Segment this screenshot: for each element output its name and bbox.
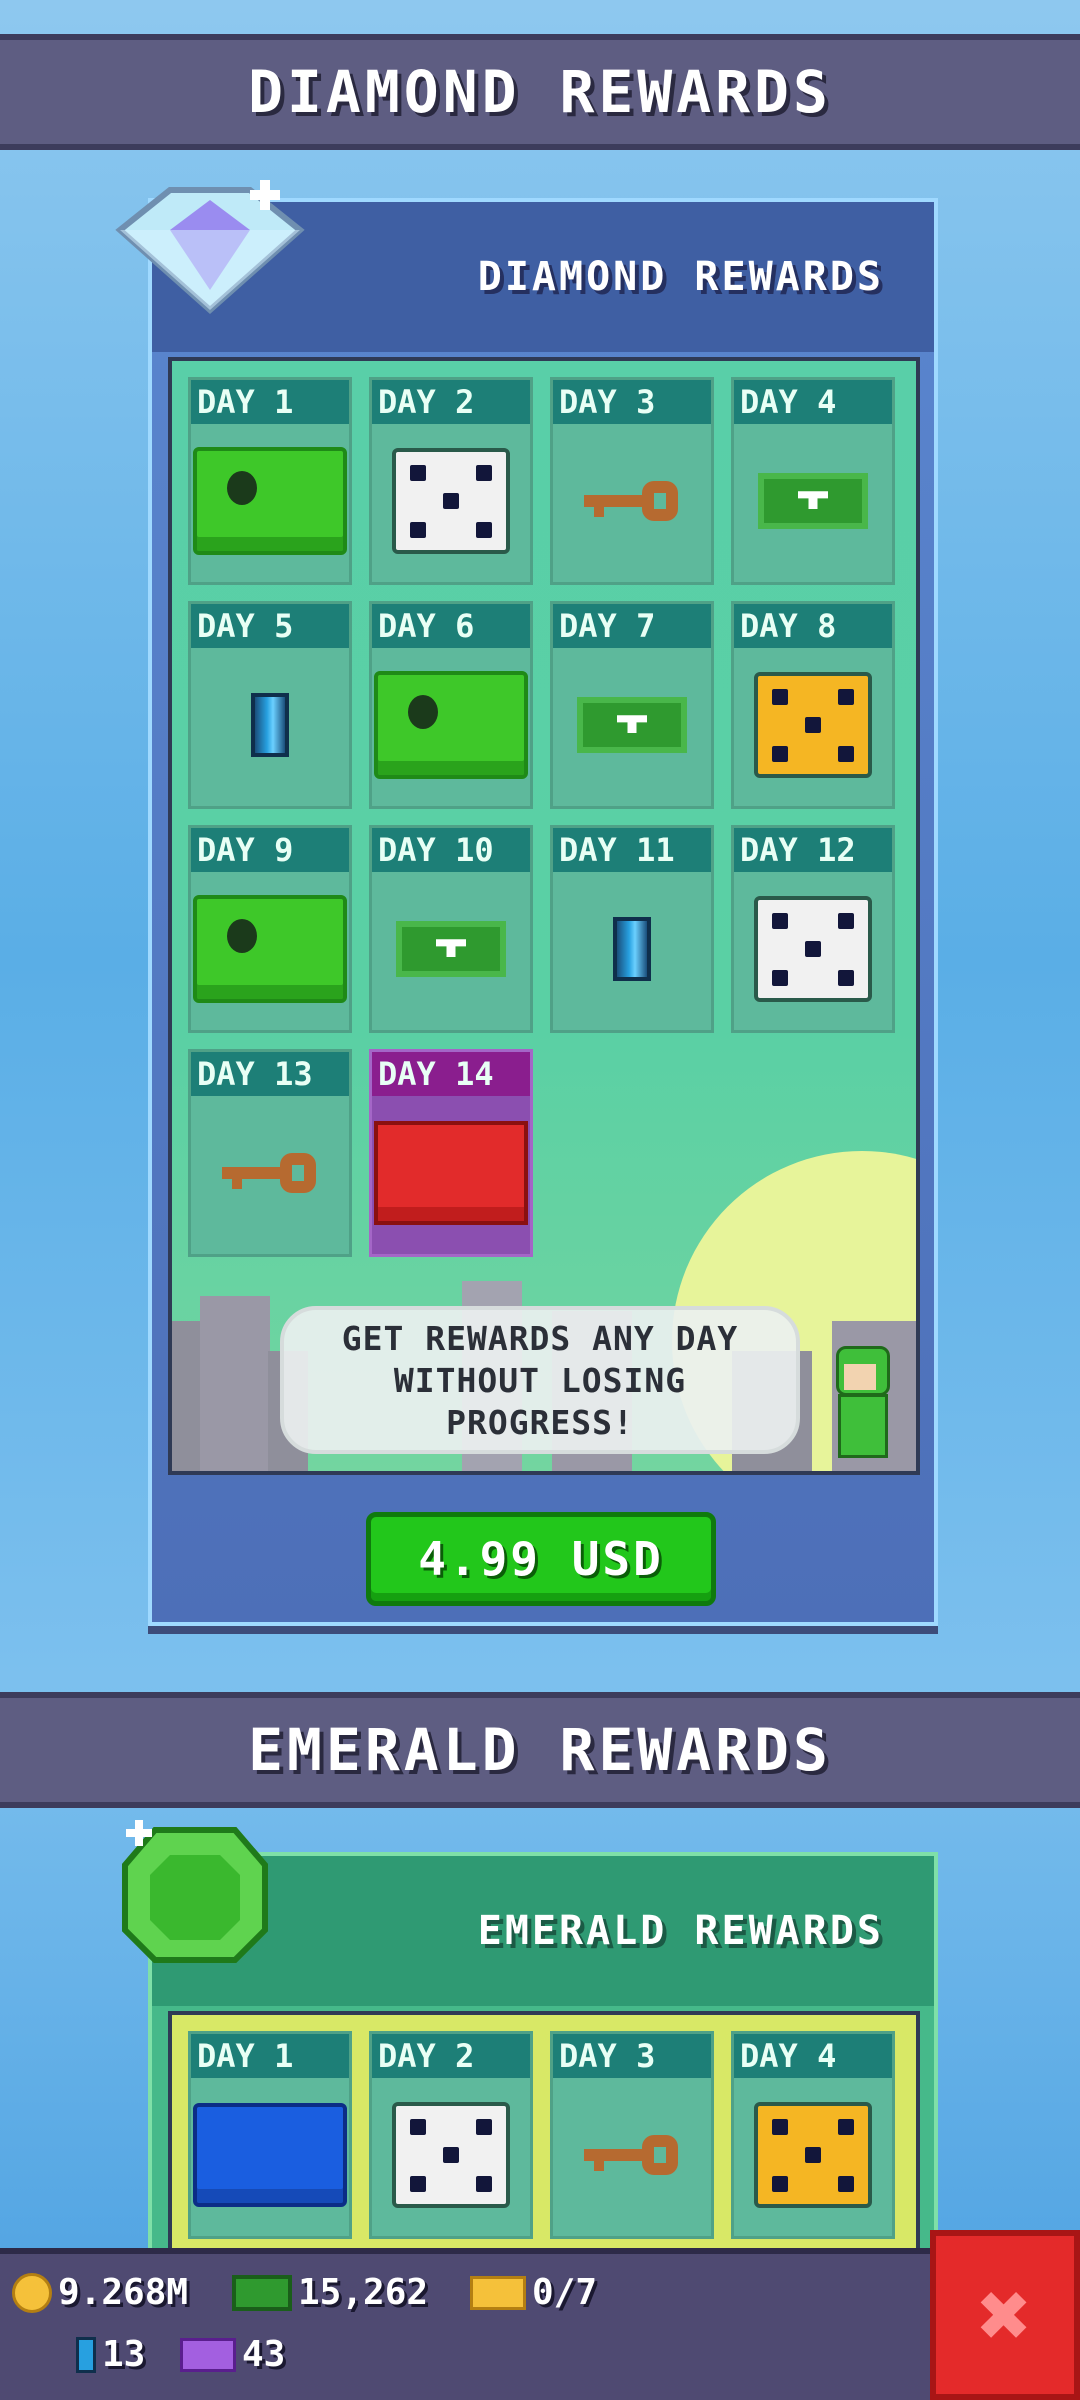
reward-day-2: DAY 2 bbox=[369, 377, 533, 585]
diamond-icon bbox=[115, 180, 305, 315]
premium-ticket-icon bbox=[180, 2337, 236, 2372]
gem-icon bbox=[251, 693, 289, 758]
key-icon bbox=[584, 481, 678, 522]
cash-stat: 15,262 bbox=[232, 2272, 428, 2313]
diamond-panel-title: DIAMOND REWARDS bbox=[477, 254, 884, 300]
day-label: DAY 1 bbox=[191, 380, 349, 424]
reward-day-9: DAY 9 bbox=[188, 825, 352, 1033]
diamond-rewards-banner: DIAMOND REWARDS bbox=[0, 34, 1080, 150]
day-label: DAY 13 bbox=[191, 1052, 349, 1096]
day-label: DAY 1 bbox=[191, 2034, 349, 2078]
tickets-stat: 0/7 bbox=[470, 2272, 597, 2313]
close-button[interactable]: ✖ bbox=[930, 2230, 1080, 2400]
emerald-reward-day-2: DAY 2 bbox=[369, 2031, 533, 2239]
info-message: GET REWARDS ANY DAY WITHOUT LOSING PROGR… bbox=[341, 1319, 739, 1442]
diamond-banner-title: DIAMOND REWARDS bbox=[248, 58, 832, 126]
key-icon bbox=[222, 1153, 316, 1194]
cash-icon bbox=[396, 921, 506, 978]
day-label: DAY 3 bbox=[553, 380, 711, 424]
day-label: DAY 7 bbox=[553, 604, 711, 648]
reward-day-8: DAY 8 bbox=[731, 601, 895, 809]
gem-icon bbox=[613, 917, 651, 982]
diamond-rewards-panel: DIAMOND REWARDS DAY 1 DAY 2 DAY 3 DAY 4 … bbox=[148, 198, 938, 1626]
emerald-reward-day-1: DAY 1 bbox=[188, 2031, 352, 2239]
reward-day-13: DAY 13 bbox=[188, 1049, 352, 1257]
currency-bar: 9.268M 15,262 0/7 13 43 bbox=[0, 2248, 930, 2400]
day-label: DAY 6 bbox=[372, 604, 530, 648]
info-speech-bubble: GET REWARDS ANY DAY WITHOUT LOSING PROGR… bbox=[280, 1306, 800, 1454]
cash-icon bbox=[577, 697, 687, 754]
day-label: DAY 9 bbox=[191, 828, 349, 872]
reward-day-7: DAY 7 bbox=[550, 601, 714, 809]
green-chest-icon bbox=[193, 895, 347, 1004]
reward-day-14: DAY 14 bbox=[369, 1049, 533, 1257]
tickets-value: 0/7 bbox=[532, 2272, 598, 2313]
reward-day-10: DAY 10 bbox=[369, 825, 533, 1033]
frog-mascot-icon bbox=[832, 1346, 890, 1458]
reward-day-3: DAY 3 bbox=[550, 377, 714, 585]
reward-day-12: DAY 12 bbox=[731, 825, 895, 1033]
gems-value: 13 bbox=[102, 2334, 146, 2375]
diamond-rewards-grid: DAY 1 DAY 2 DAY 3 DAY 4 DAY 5 DAY 6 DAY … bbox=[168, 357, 920, 1475]
emerald-rewards-grid: DAY 1 DAY 2 DAY 3 DAY 4 bbox=[168, 2011, 920, 2279]
gems-stat: 13 bbox=[76, 2334, 145, 2375]
cash-value: 15,262 bbox=[298, 2272, 429, 2313]
day-label: DAY 11 bbox=[553, 828, 711, 872]
white-dice-icon bbox=[754, 896, 872, 1003]
cash-icon bbox=[232, 2274, 292, 2311]
coins-value: 9.268M bbox=[58, 2272, 189, 2313]
reward-day-5: DAY 5 bbox=[188, 601, 352, 809]
green-chest-icon bbox=[374, 671, 528, 780]
close-icon: ✖ bbox=[977, 2262, 1033, 2368]
day-label: DAY 8 bbox=[734, 604, 892, 648]
reward-day-1: DAY 1 bbox=[188, 377, 352, 585]
white-dice-icon bbox=[392, 448, 510, 555]
coin-icon bbox=[12, 2272, 52, 2313]
premium-tickets-stat: 43 bbox=[180, 2334, 285, 2375]
day-label: DAY 12 bbox=[734, 828, 892, 872]
buy-diamond-button[interactable]: 4.99 USD bbox=[366, 1512, 716, 1606]
price-label: 4.99 USD bbox=[418, 1532, 664, 1586]
day-label: DAY 14 bbox=[372, 1052, 530, 1096]
emerald-panel-title: EMERALD REWARDS bbox=[477, 1908, 884, 1954]
emerald-reward-day-3: DAY 3 bbox=[550, 2031, 714, 2239]
gold-dice-icon bbox=[754, 672, 872, 779]
day-label: DAY 4 bbox=[734, 380, 892, 424]
reward-day-6: DAY 6 bbox=[369, 601, 533, 809]
blue-chest-icon bbox=[193, 2103, 347, 2208]
day-label: DAY 4 bbox=[734, 2034, 892, 2078]
reward-day-4: DAY 4 bbox=[731, 377, 895, 585]
emerald-reward-day-4: DAY 4 bbox=[731, 2031, 895, 2239]
day-label: DAY 2 bbox=[372, 2034, 530, 2078]
gem-icon bbox=[76, 2336, 96, 2373]
white-dice-icon bbox=[392, 2102, 510, 2209]
day-label: DAY 10 bbox=[372, 828, 530, 872]
gold-dice-icon bbox=[754, 2102, 872, 2209]
coins-stat: 9.268M bbox=[12, 2272, 188, 2313]
green-chest-icon bbox=[193, 447, 347, 556]
day-label: DAY 2 bbox=[372, 380, 530, 424]
day-label: DAY 3 bbox=[553, 2034, 711, 2078]
red-chest-icon bbox=[374, 1121, 528, 1226]
key-icon bbox=[584, 2135, 678, 2176]
ticket-icon bbox=[470, 2275, 526, 2310]
emerald-rewards-banner: EMERALD REWARDS bbox=[0, 1692, 1080, 1808]
reward-day-11: DAY 11 bbox=[550, 825, 714, 1033]
emerald-icon bbox=[122, 1820, 268, 1963]
premium-tickets-value: 43 bbox=[242, 2334, 286, 2375]
cash-icon bbox=[758, 473, 868, 530]
emerald-banner-title: EMERALD REWARDS bbox=[248, 1716, 832, 1784]
day-label: DAY 5 bbox=[191, 604, 349, 648]
